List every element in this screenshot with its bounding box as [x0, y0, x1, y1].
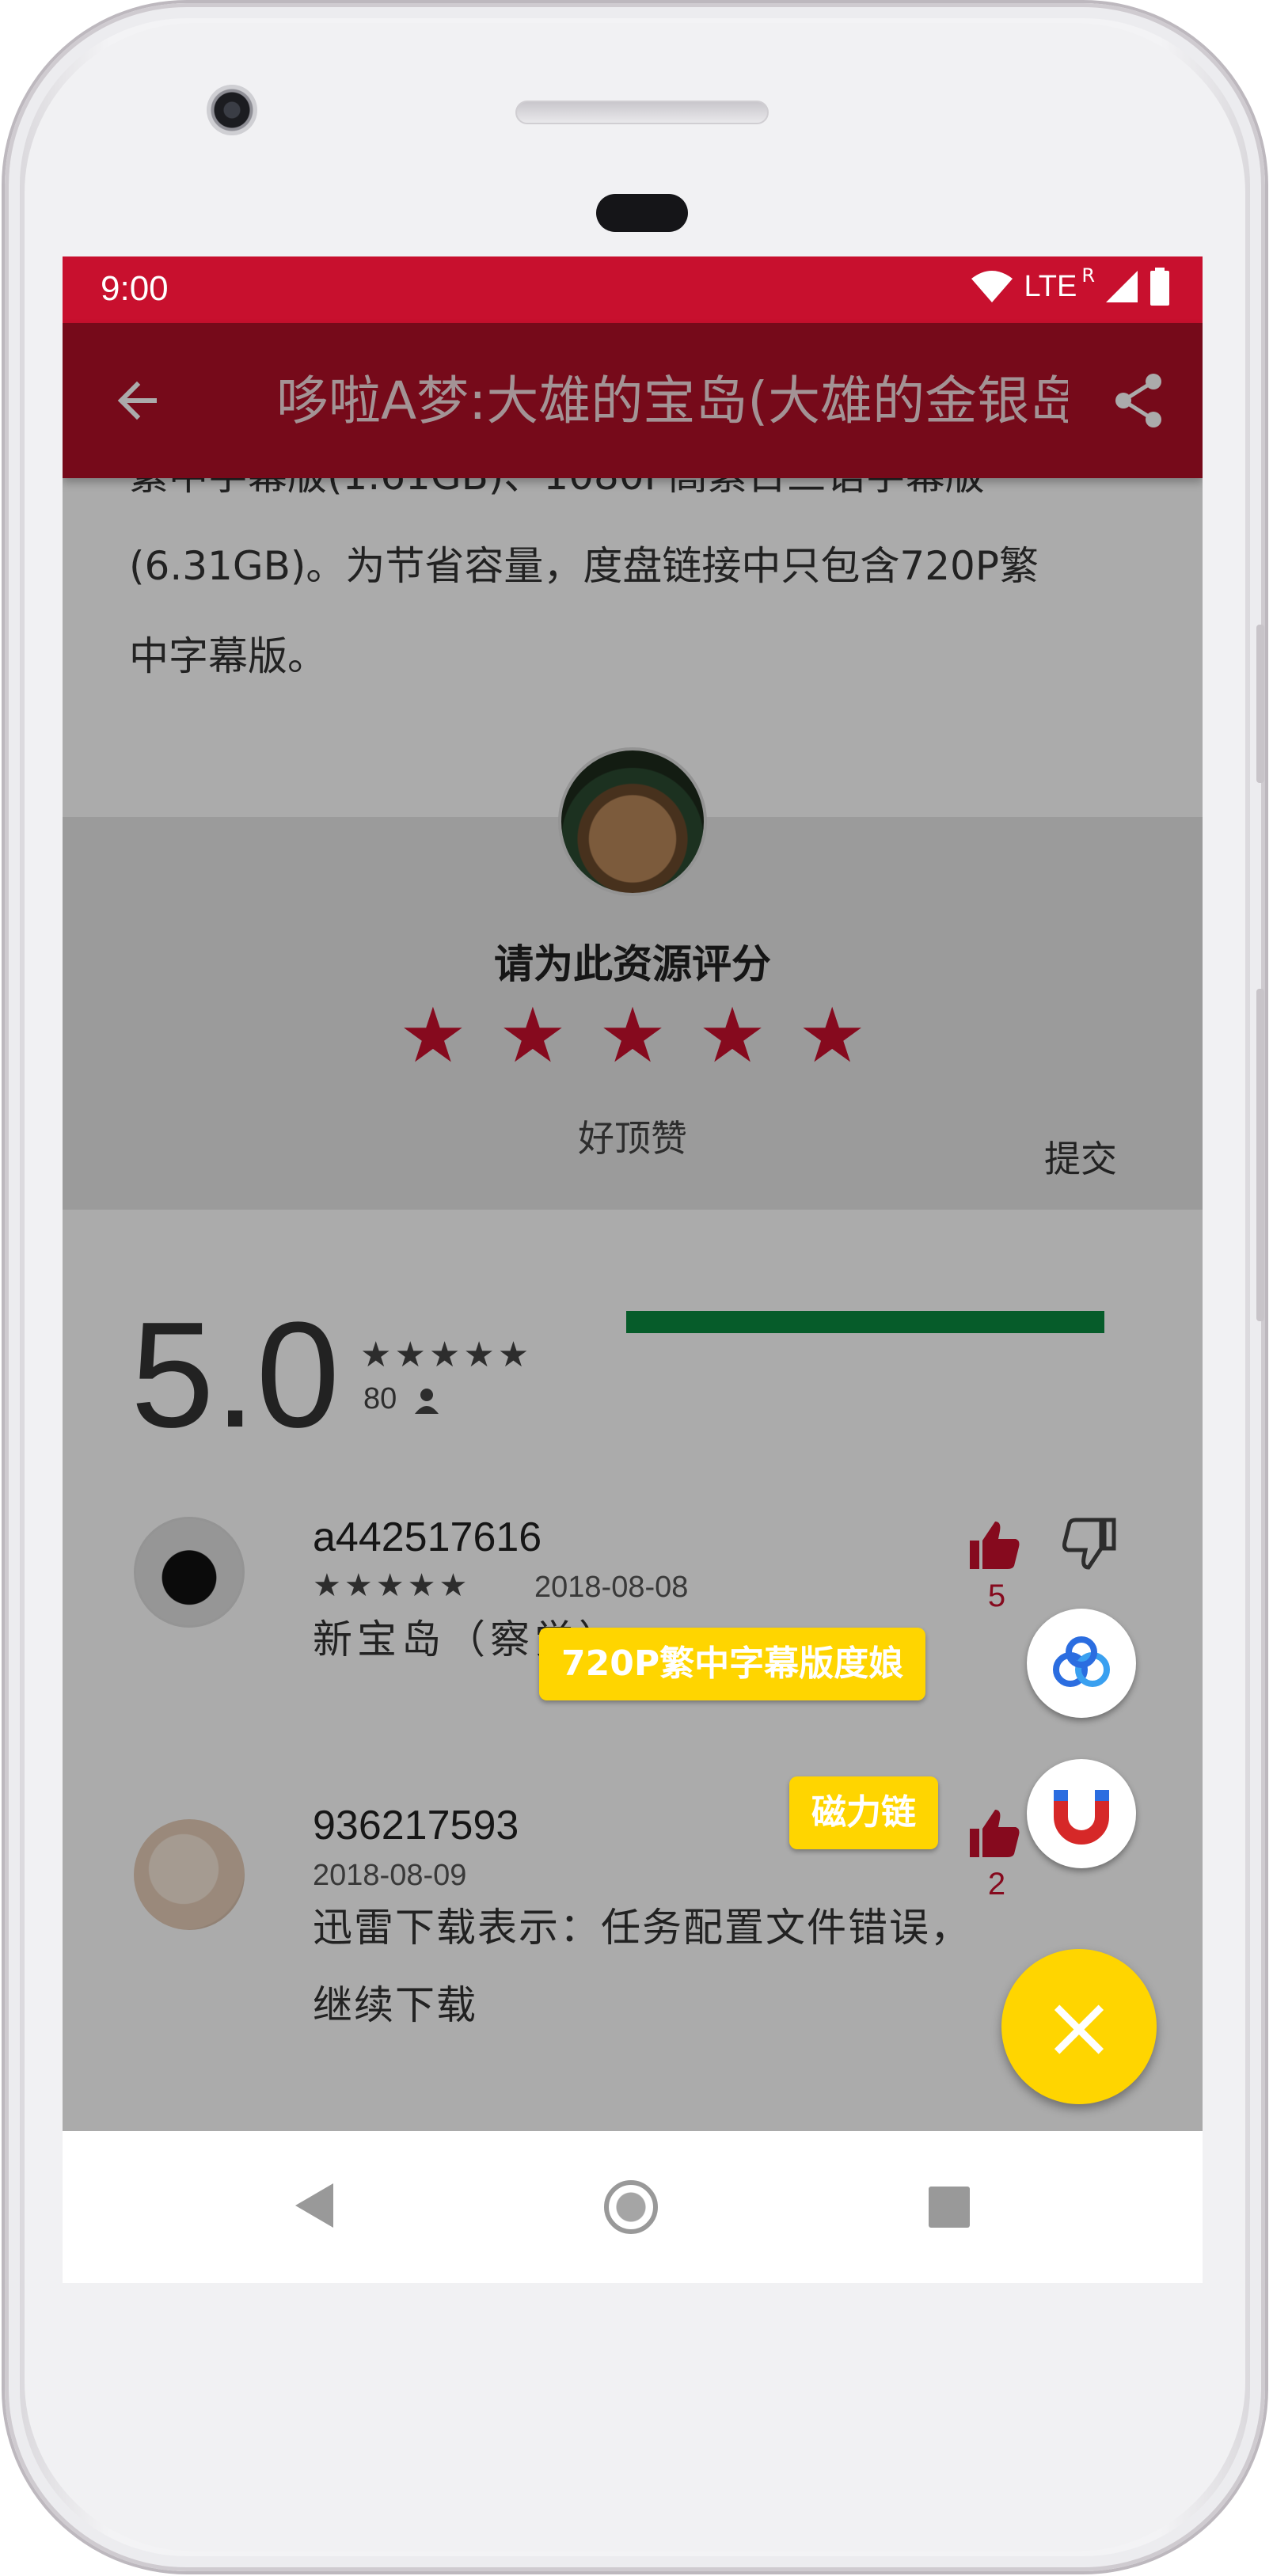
- baidu-cloud-icon: [1053, 1636, 1110, 1687]
- signal-icon: [1106, 271, 1138, 302]
- proximity-sensor: [596, 194, 688, 232]
- earpiece-speaker: [515, 101, 769, 124]
- status-icons: LTE R: [970, 264, 1171, 306]
- navigation-bar: [63, 2131, 1203, 2283]
- baidu-link-button[interactable]: [1027, 1609, 1136, 1718]
- front-camera: [207, 85, 257, 135]
- roaming-indicator: R: [1081, 264, 1095, 287]
- battery-icon: [1150, 268, 1169, 306]
- magnet-icon: [1054, 1790, 1109, 1845]
- close-icon: ×: [1042, 1976, 1116, 2077]
- network-type: LTE: [1024, 269, 1077, 303]
- magnet-link-button[interactable]: [1027, 1759, 1136, 1868]
- nav-home-icon[interactable]: [604, 2180, 658, 2234]
- baidu-link-label[interactable]: 720P繁中字幕版度娘: [539, 1628, 926, 1700]
- close-fab-button[interactable]: ×: [1001, 1949, 1157, 2104]
- status-bar: 9:00 LTE R: [63, 256, 1203, 323]
- status-time: 9:00: [101, 269, 169, 308]
- magnet-link-label[interactable]: 磁力链: [789, 1776, 938, 1849]
- screen: 9:00 LTE R 哆啦A梦:大雄的宝岛(大雄的金银岛) (6.31GB)。为…: [63, 256, 1203, 2283]
- fab-menu-scrim[interactable]: [63, 323, 1203, 2131]
- nav-back-icon[interactable]: [292, 2180, 336, 2231]
- nav-recents-icon[interactable]: [929, 2187, 970, 2228]
- wifi-icon: [971, 271, 1013, 302]
- volume-button: [1256, 989, 1264, 1321]
- power-button: [1256, 625, 1264, 783]
